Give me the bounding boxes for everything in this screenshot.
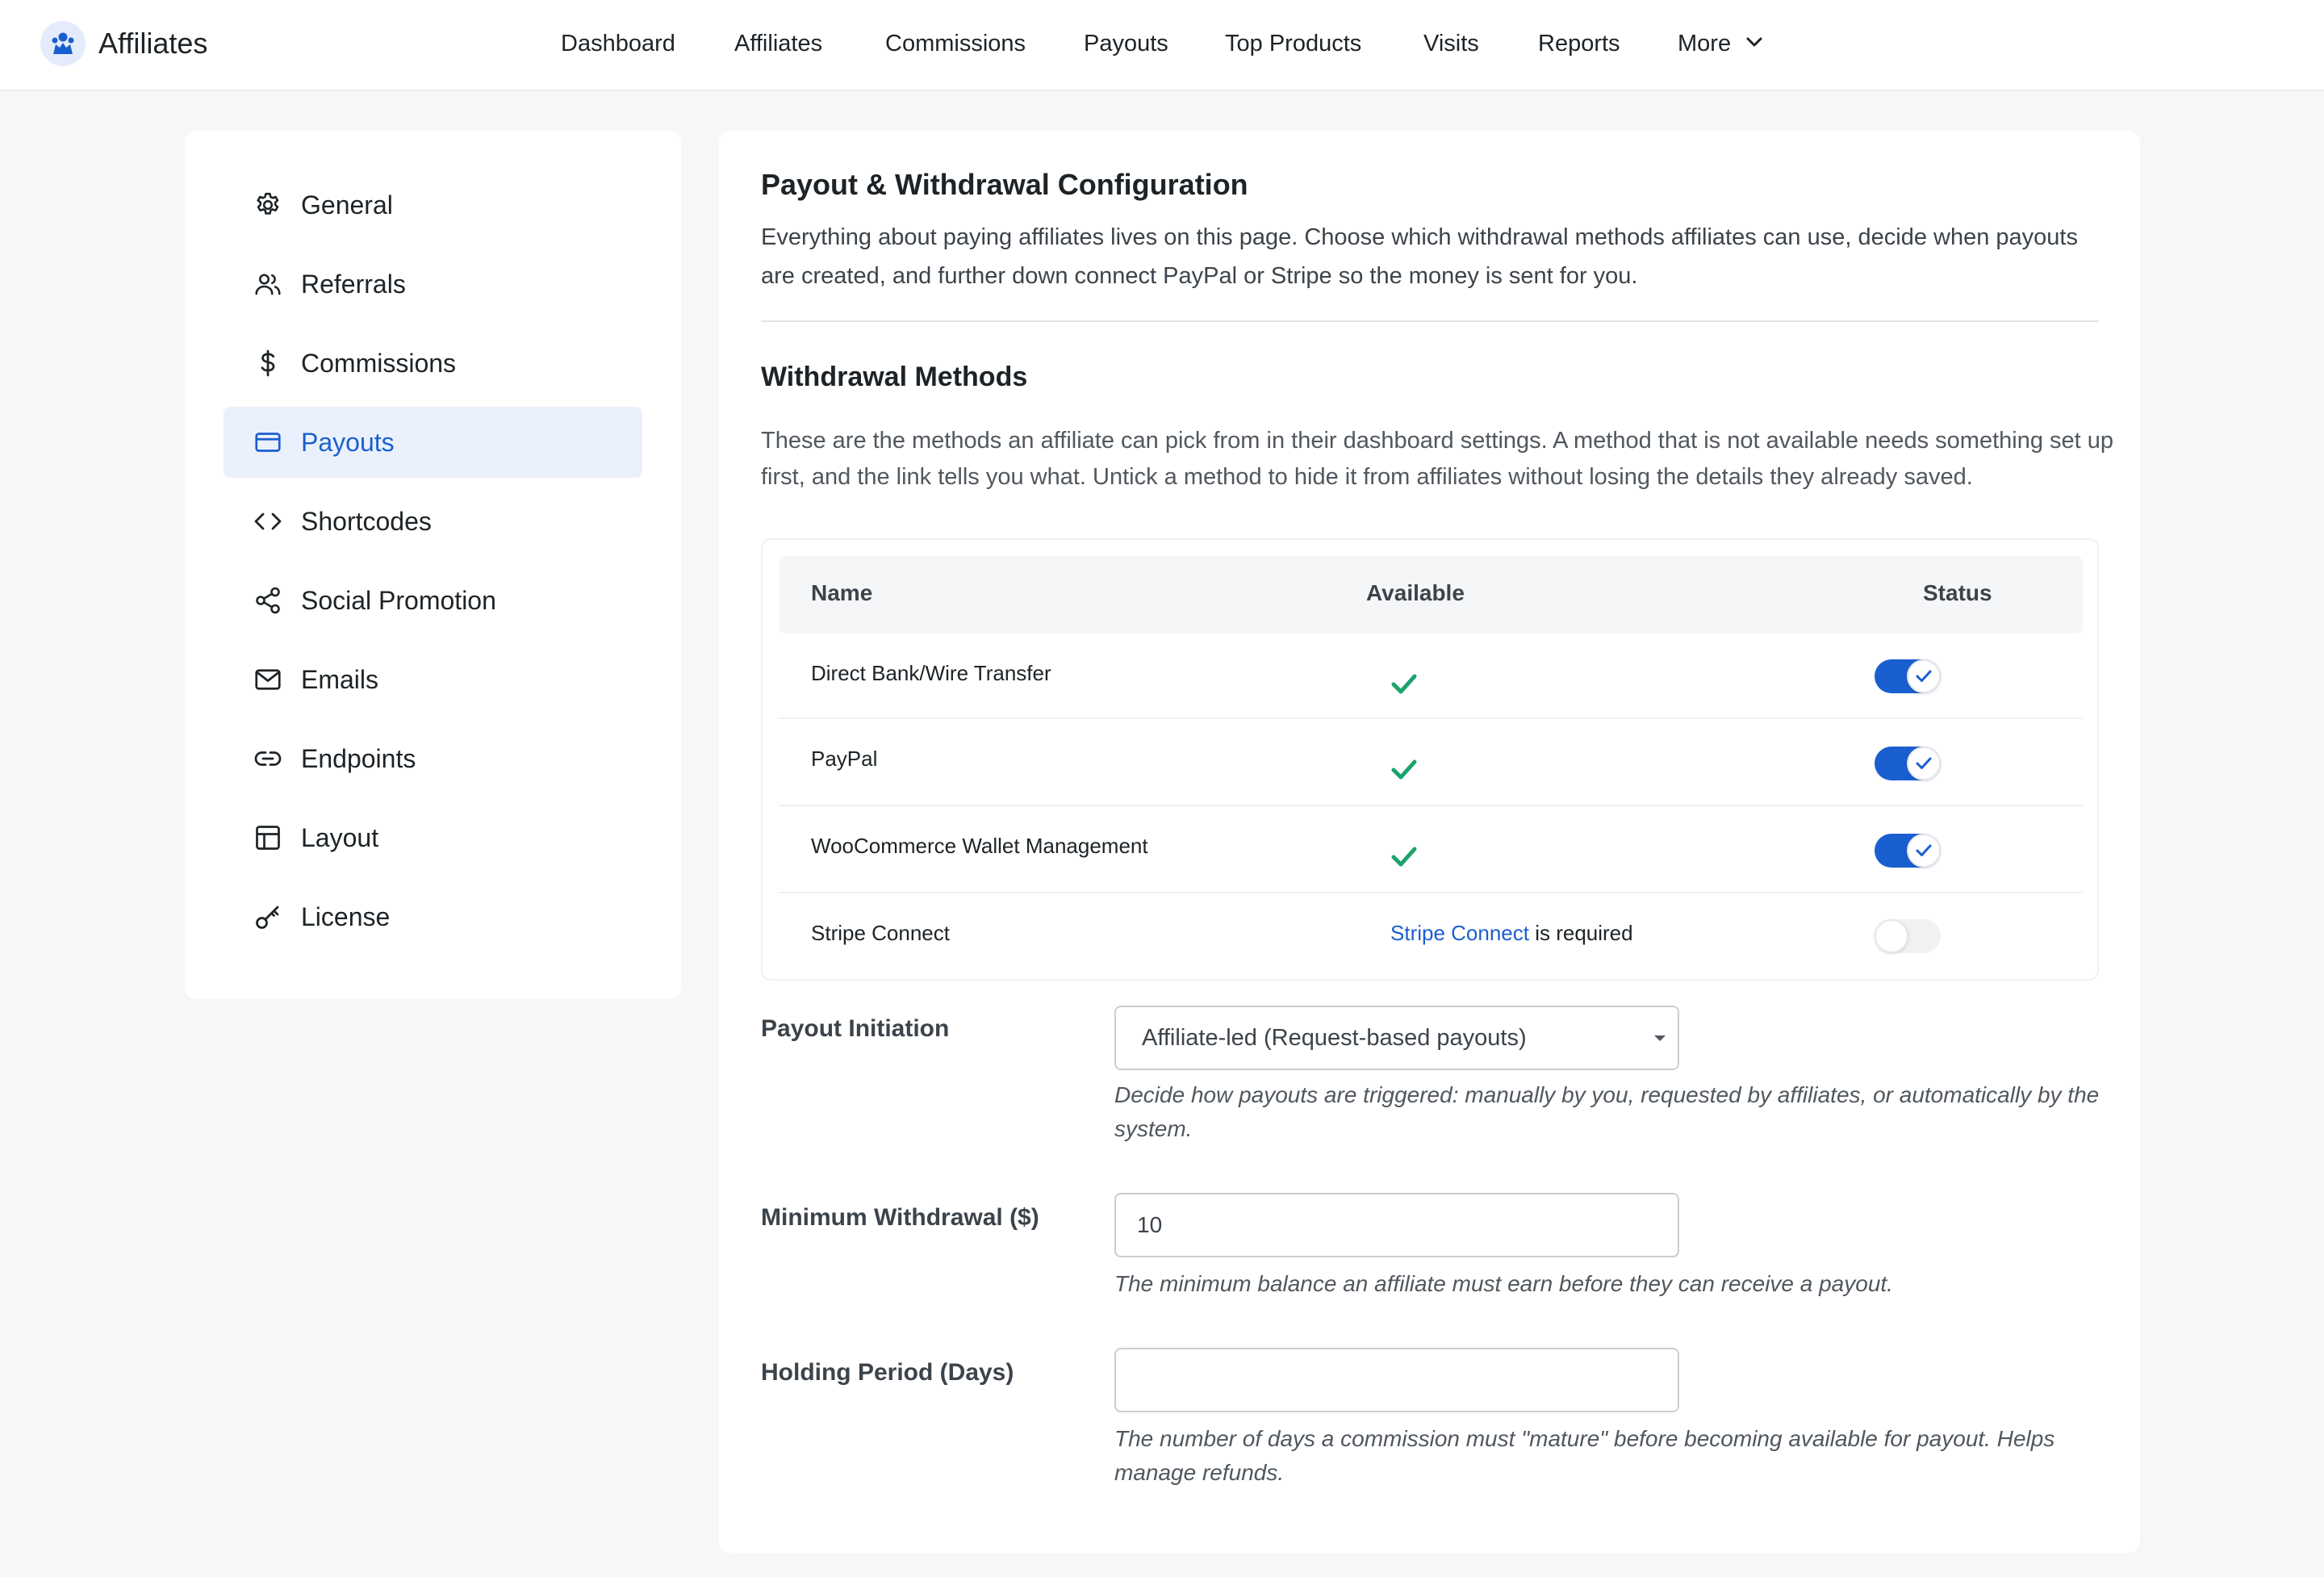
sidebar-item-commissions[interactable]: Commissions bbox=[224, 328, 642, 399]
nav-top-products[interactable]: Top Products bbox=[1225, 31, 1361, 57]
table-row: WooCommerce Wallet Management bbox=[779, 808, 2083, 893]
sidebar-item-label: Commissions bbox=[301, 348, 457, 378]
minimum-withdrawal-input[interactable] bbox=[1114, 1193, 1679, 1257]
sidebar-item-label: Endpoints bbox=[301, 743, 416, 773]
toggle-knob bbox=[1907, 659, 1941, 693]
minimum-withdrawal-label: Minimum Withdrawal ($) bbox=[761, 1204, 1039, 1231]
status-toggle[interactable] bbox=[1875, 747, 1941, 780]
withdrawal-methods-heading: Withdrawal Methods bbox=[761, 362, 1028, 392]
users-icon bbox=[253, 269, 283, 299]
sidebar-item-label: Social Promotion bbox=[301, 585, 496, 615]
sidebar-item-emails[interactable]: Emails bbox=[224, 644, 642, 715]
table-row: Stripe Connect Stripe Connect is require… bbox=[779, 895, 2083, 981]
toggle-check-icon bbox=[1916, 844, 1932, 856]
code-icon bbox=[253, 506, 283, 537]
nav-visits[interactable]: Visits bbox=[1423, 31, 1479, 57]
holding-period-input[interactable] bbox=[1114, 1348, 1679, 1412]
sidebar-item-social-promotion[interactable]: Social Promotion bbox=[224, 565, 642, 636]
requirement-text: is required bbox=[1528, 921, 1633, 945]
payout-initiation-select[interactable]: Affiliate-led (Request-based payouts) bbox=[1114, 1006, 1679, 1070]
sidebar-item-label: Shortcodes bbox=[301, 506, 432, 536]
sidebar-item-label: Layout bbox=[301, 822, 379, 852]
status-toggle[interactable] bbox=[1875, 659, 1941, 693]
status-toggle[interactable] bbox=[1875, 919, 1941, 953]
toggle-knob bbox=[1907, 834, 1941, 868]
toggle-knob bbox=[1875, 919, 1908, 953]
sidebar-item-layout[interactable]: Layout bbox=[224, 802, 642, 873]
holding-period-label: Holding Period (Days) bbox=[761, 1359, 1014, 1386]
sidebar-item-endpoints[interactable]: Endpoints bbox=[224, 723, 642, 794]
checkmark-icon bbox=[1391, 759, 1417, 780]
method-name: WooCommerce Wallet Management bbox=[811, 834, 1148, 858]
affiliates-logo-icon bbox=[40, 21, 86, 66]
nav-payouts[interactable]: Payouts bbox=[1084, 31, 1168, 57]
nav-affiliates[interactable]: Affiliates bbox=[734, 31, 822, 57]
sidebar-item-label: Referrals bbox=[301, 269, 406, 299]
credit-card-icon bbox=[253, 427, 283, 458]
nav-more[interactable]: More bbox=[1678, 31, 1763, 57]
column-header-available: Available bbox=[1366, 580, 1465, 605]
table-row: Direct Bank/Wire Transfer bbox=[779, 634, 2083, 719]
toggle-check-icon bbox=[1916, 757, 1932, 769]
sidebar-item-general[interactable]: General bbox=[224, 169, 642, 241]
page-title: Payout & Withdrawal Configuration bbox=[761, 168, 1248, 201]
nav-dashboard[interactable]: Dashboard bbox=[561, 31, 675, 57]
chevron-down-icon bbox=[1746, 37, 1762, 47]
divider bbox=[761, 320, 2099, 322]
sidebar-item-payouts[interactable]: Payouts bbox=[224, 407, 642, 478]
holding-period-help: The number of days a commission must "ma… bbox=[1114, 1426, 2055, 1485]
dropdown-arrow-icon bbox=[1654, 1035, 1666, 1041]
payout-initiation-help: Decide how payouts are triggered: manual… bbox=[1114, 1082, 2100, 1141]
gear-icon bbox=[253, 190, 283, 220]
layout-icon bbox=[253, 822, 283, 853]
sidebar-item-label: License bbox=[301, 901, 391, 931]
checkmark-icon bbox=[1391, 847, 1417, 867]
page-intro: Everything about paying affiliates lives… bbox=[761, 224, 2078, 289]
method-name: PayPal bbox=[811, 747, 878, 771]
column-header-status: Status bbox=[1923, 580, 1992, 605]
column-header-name: Name bbox=[811, 580, 873, 605]
envelope-icon bbox=[253, 664, 283, 695]
nav-commissions[interactable]: Commissions bbox=[885, 31, 1026, 57]
nav-more-label: More bbox=[1678, 31, 1732, 56]
top-bar: Affiliates Dashboard Affiliates Commissi… bbox=[0, 0, 2324, 91]
app-title: Affiliates bbox=[98, 27, 208, 60]
table-header: Name Available Status bbox=[779, 556, 2083, 634]
sidebar-item-label: Emails bbox=[301, 664, 379, 694]
withdrawal-methods-description: These are the methods an affiliate can p… bbox=[761, 428, 2114, 490]
toggle-knob bbox=[1907, 747, 1941, 780]
key-icon bbox=[253, 901, 283, 932]
dollar-icon bbox=[253, 348, 283, 379]
sidebar-item-label: Payouts bbox=[301, 427, 395, 457]
minimum-withdrawal-help: The minimum balance an affiliate must ea… bbox=[1114, 1271, 1893, 1296]
sidebar-item-license[interactable]: License bbox=[224, 881, 642, 952]
brand[interactable]: Affiliates bbox=[40, 21, 207, 66]
withdrawal-methods-table: Name Available Status Direct Bank/Wire T… bbox=[761, 538, 2099, 981]
checkmark-icon bbox=[1391, 674, 1417, 694]
method-name: Direct Bank/Wire Transfer bbox=[811, 661, 1051, 685]
toggle-check-icon bbox=[1916, 670, 1932, 682]
sidebar-item-label: General bbox=[301, 190, 393, 220]
status-toggle[interactable] bbox=[1875, 834, 1941, 868]
requirement-note: Stripe Connect is required bbox=[1390, 921, 1633, 946]
stripe-connect-link[interactable]: Stripe Connect bbox=[1390, 921, 1529, 945]
settings-sidebar: General Referrals Commissions Payouts Sh… bbox=[185, 131, 681, 999]
payout-initiation-value: Affiliate-led (Request-based payouts) bbox=[1142, 1024, 1527, 1051]
nav-reports[interactable]: Reports bbox=[1538, 31, 1620, 57]
payout-initiation-label: Payout Initiation bbox=[761, 1015, 950, 1042]
payout-settings-panel: Payout & Withdrawal Configuration Everyt… bbox=[719, 131, 2140, 1553]
table-row: PayPal bbox=[779, 721, 2083, 806]
link-icon bbox=[253, 743, 283, 774]
sidebar-item-referrals[interactable]: Referrals bbox=[224, 249, 642, 320]
sidebar-item-shortcodes[interactable]: Shortcodes bbox=[224, 486, 642, 557]
share-icon bbox=[253, 585, 283, 616]
method-name: Stripe Connect bbox=[811, 921, 950, 945]
